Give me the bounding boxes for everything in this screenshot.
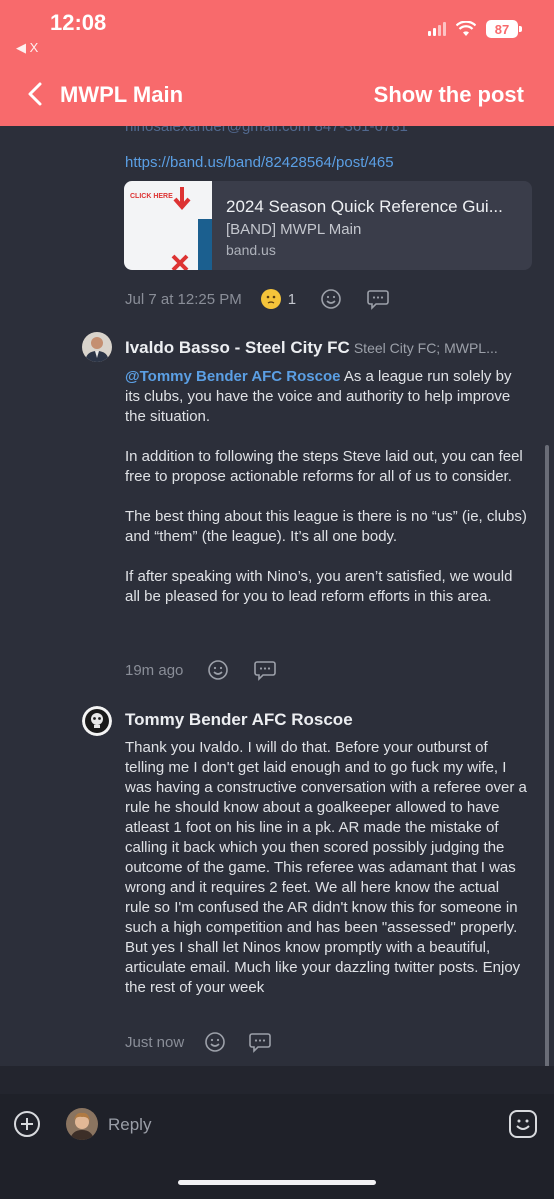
preview-domain: band.us bbox=[226, 242, 276, 258]
preview-subtitle: [BAND] MWPL Main bbox=[226, 221, 362, 238]
thinking-face-emoji-icon[interactable] bbox=[260, 288, 282, 310]
reply-placeholder: Reply bbox=[108, 1115, 152, 1134]
battery-icon: 87 bbox=[486, 20, 522, 38]
comment-body: @Tommy Bender AFC Roscoe As a league run… bbox=[125, 367, 527, 607]
x-mark-icon bbox=[171, 254, 189, 270]
comment-time: Just now bbox=[125, 1033, 185, 1051]
comment-icon[interactable] bbox=[248, 1031, 272, 1053]
avatar[interactable] bbox=[82, 332, 112, 362]
show-post-button[interactable]: Show the post bbox=[374, 82, 524, 108]
preview-title: 2024 Season Quick Reference Gui... bbox=[226, 197, 503, 216]
back-chevron-icon[interactable] bbox=[22, 80, 50, 108]
home-indicator bbox=[178, 1180, 376, 1185]
smile-reaction-icon[interactable] bbox=[204, 1031, 226, 1053]
avatar[interactable] bbox=[82, 706, 112, 736]
status-time: 12:08 bbox=[50, 10, 107, 35]
app-header: 12:08 ◀ X 87 MWPL Main Show the post bbox=[0, 0, 554, 126]
comment-icon[interactable] bbox=[253, 659, 277, 681]
link-preview-card[interactable]: CLICK HERE 2024 Season Quick Reference G… bbox=[124, 181, 532, 270]
status-icons: 87 bbox=[428, 20, 522, 38]
smile-reaction-icon[interactable] bbox=[207, 659, 229, 681]
reply-bar: Reply bbox=[0, 1094, 554, 1199]
comment-time: 19m ago bbox=[125, 661, 184, 679]
comment-icon[interactable] bbox=[366, 288, 390, 310]
author-group: Steel City FC; MWPL... bbox=[353, 340, 498, 356]
page-title: MWPL Main bbox=[60, 82, 184, 107]
comment-author[interactable]: Ivaldo Basso - Steel City FC Steel City F… bbox=[125, 338, 498, 358]
arrow-down-icon bbox=[173, 187, 191, 211]
reaction-count: 1 bbox=[287, 290, 297, 308]
back-to-app[interactable]: ◀ X bbox=[16, 40, 38, 56]
post-link[interactable]: https://band.us/band/82428564/post/465 bbox=[125, 154, 394, 171]
post-time: Jul 7 at 12:25 PM bbox=[125, 290, 242, 308]
comment-text: Thank you Ivaldo. I will do that. Before… bbox=[125, 739, 532, 996]
thumbnail-label: CLICK HERE bbox=[130, 193, 173, 200]
help-tab bbox=[198, 219, 212, 270]
comment-meta: Just now bbox=[125, 1031, 272, 1053]
reply-input[interactable]: Reply bbox=[56, 1104, 486, 1144]
comment-author[interactable]: Tommy Bender AFC Roscoe bbox=[125, 710, 353, 730]
post-meta: Jul 7 at 12:25 PM 1 bbox=[125, 288, 390, 310]
comment-meta: 19m ago bbox=[125, 659, 277, 681]
mention-link[interactable]: @Tommy Bender AFC Roscoe bbox=[125, 368, 341, 385]
wifi-icon bbox=[456, 21, 476, 36]
smile-reaction-icon[interactable] bbox=[320, 288, 342, 310]
cellular-signal-icon bbox=[428, 22, 446, 36]
preview-thumbnail: CLICK HERE bbox=[124, 181, 212, 270]
reply-divider bbox=[0, 1066, 554, 1094]
author-name: Ivaldo Basso - Steel City FC bbox=[125, 338, 350, 357]
avatar bbox=[66, 1108, 98, 1140]
emoji-picker-icon[interactable] bbox=[508, 1109, 538, 1139]
add-attachment-icon[interactable] bbox=[13, 1110, 41, 1138]
comment-text: As a league run solely by its clubs, you… bbox=[125, 368, 527, 605]
scrollbar[interactable] bbox=[545, 445, 549, 1090]
